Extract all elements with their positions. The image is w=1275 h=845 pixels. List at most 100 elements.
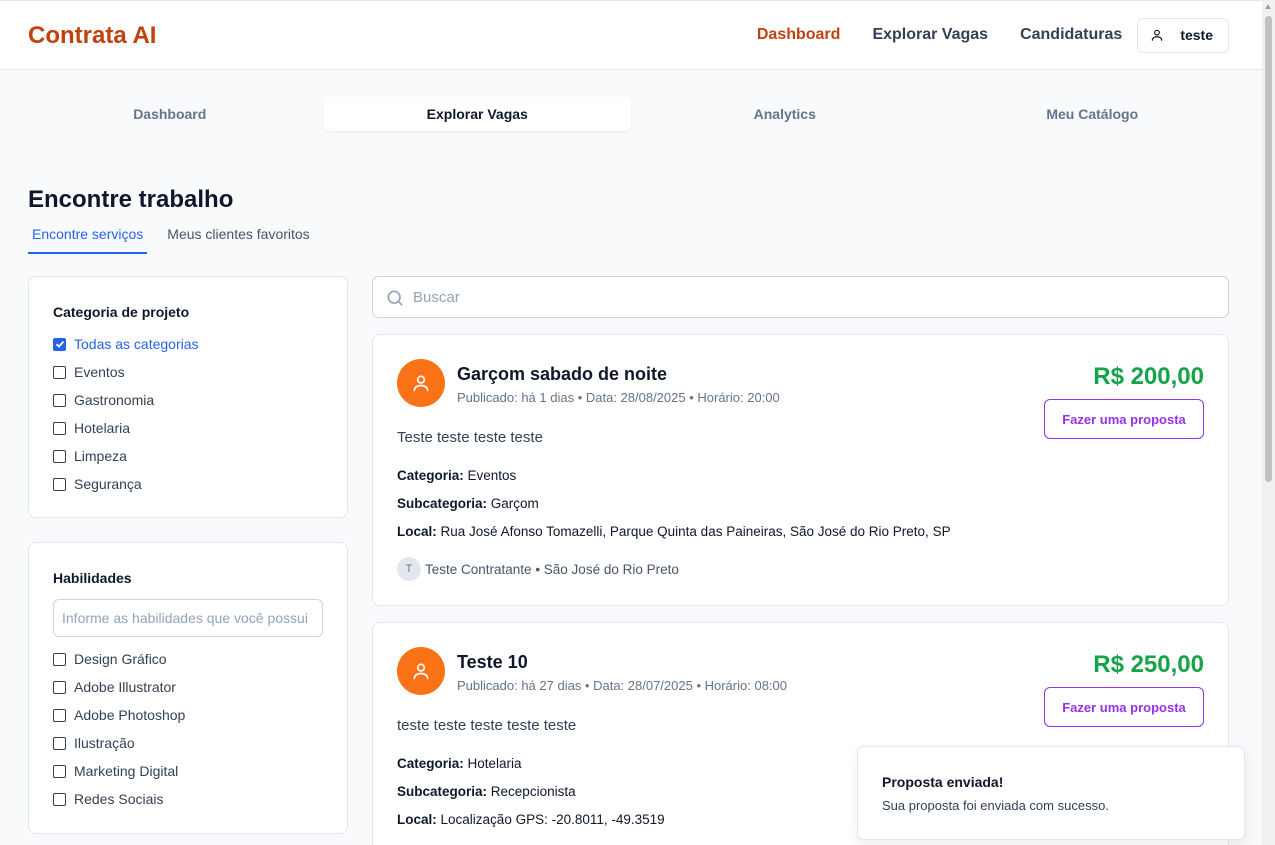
propose-button[interactable]: Fazer uma proposta	[1044, 399, 1204, 439]
page-title: Encontre trabalho	[28, 186, 234, 213]
tab-analytics[interactable]: Analytics	[631, 97, 939, 131]
user-icon	[413, 375, 429, 392]
job-category: Categoria: Eventos	[397, 468, 516, 483]
user-name: teste	[1180, 27, 1213, 43]
checkbox[interactable]	[53, 680, 66, 694]
category-label: Limpeza	[74, 448, 127, 464]
category-list: Todas as categorias Eventos Gastronomia …	[53, 330, 199, 498]
checkbox[interactable]	[53, 736, 66, 750]
poster-avatar: T	[397, 557, 421, 581]
skill-option[interactable]: Adobe Photoshop	[53, 701, 185, 729]
category-option[interactable]: Limpeza	[53, 442, 199, 470]
checkbox[interactable]	[53, 421, 66, 435]
skill-option[interactable]: Ilustração	[53, 729, 185, 757]
job-meta: Publicado: há 27 dias • Data: 28/07/2025…	[457, 678, 787, 693]
subcategory-label: Subcategoria:	[397, 496, 488, 511]
sub-tabs: Encontre serviços Meus clientes favorito…	[28, 224, 330, 254]
category-option[interactable]: Gastronomia	[53, 386, 199, 414]
checkbox[interactable]	[53, 393, 66, 407]
checkbox-checked[interactable]	[53, 337, 66, 351]
subcategory-value: Garçom	[490, 496, 539, 511]
skills-filter-title: Habilidades	[53, 570, 132, 586]
skill-option[interactable]: Design Gráfico	[53, 645, 185, 673]
skills-input[interactable]	[53, 599, 323, 637]
tab-explorar-vagas[interactable]: Explorar Vagas	[323, 97, 631, 131]
category-option[interactable]: Segurança	[53, 470, 199, 498]
category-label: Todas as categorias	[74, 336, 199, 352]
brand-logo[interactable]: Contrata AI	[28, 22, 156, 50]
checkbox[interactable]	[53, 764, 66, 778]
job-avatar	[397, 647, 445, 695]
toast-title: Proposta enviada!	[882, 774, 1004, 790]
skill-option[interactable]: Adobe Illustrator	[53, 673, 185, 701]
skill-label: Adobe Illustrator	[74, 679, 176, 695]
search-input[interactable]	[413, 278, 1213, 316]
nav-explorar-vagas[interactable]: Explorar Vagas	[872, 26, 988, 44]
job-poster[interactable]: T Teste Contratante • São José do Rio Pr…	[397, 557, 679, 581]
subcategory-value: Recepcionista	[490, 784, 576, 799]
location-value: Rua José Afonso Tomazelli, Parque Quinta…	[440, 524, 951, 539]
skill-label: Adobe Photoshop	[74, 707, 186, 723]
toast-notification[interactable]: Proposta enviada! Sua proposta foi envia…	[857, 746, 1245, 840]
job-avatar	[397, 359, 445, 407]
category-filter-title: Categoria de projeto	[53, 304, 190, 320]
skill-label: Ilustração	[74, 735, 135, 751]
scroll-up-arrow-icon[interactable]	[1265, 4, 1271, 9]
job-title[interactable]: Garçom sabado de noite	[457, 364, 667, 385]
subtab-encontre-servicos[interactable]: Encontre serviços	[28, 224, 148, 254]
job-card[interactable]: Garçom sabado de noite Publicado: há 1 d…	[372, 334, 1229, 606]
checkbox[interactable]	[53, 652, 66, 666]
skill-option[interactable]: Marketing Digital	[53, 757, 185, 785]
location-value: Localização GPS: -20.8011, -49.3519	[440, 812, 665, 827]
checkbox[interactable]	[53, 477, 66, 491]
subtab-clientes-favoritos[interactable]: Meus clientes favoritos	[163, 224, 313, 254]
checkbox[interactable]	[53, 449, 66, 463]
job-description: Teste teste teste teste	[397, 429, 543, 446]
propose-button[interactable]: Fazer uma proposta	[1044, 687, 1204, 727]
tab-meu-catalogo[interactable]: Meu Catálogo	[939, 97, 1247, 131]
tab-dashboard[interactable]: Dashboard	[16, 97, 324, 131]
user-icon	[413, 663, 429, 680]
skill-label: Design Gráfico	[74, 651, 167, 667]
location-label: Local:	[397, 812, 437, 827]
job-subcategory: Subcategoria: Garçom	[397, 496, 539, 511]
skill-label: Redes Sociais	[74, 791, 164, 807]
category-option[interactable]: Eventos	[53, 358, 199, 386]
category-value: Eventos	[467, 468, 517, 483]
search-bar	[372, 276, 1229, 318]
job-category: Categoria: Hotelaria	[397, 756, 522, 771]
user-icon	[1152, 29, 1163, 41]
category-option[interactable]: Todas as categorias	[53, 330, 199, 358]
user-menu-button[interactable]: teste	[1137, 17, 1229, 53]
job-description: teste teste teste teste teste	[397, 717, 577, 734]
category-value: Hotelaria	[467, 756, 522, 771]
top-nav: Dashboard Explorar Vagas Candidaturas te…	[757, 17, 1229, 53]
scrollbar-thumb[interactable]	[1265, 16, 1272, 482]
category-label: Hotelaria	[74, 420, 131, 436]
job-title[interactable]: Teste 10	[457, 652, 528, 673]
checkbox[interactable]	[53, 792, 66, 806]
job-location: Local: Localização GPS: -20.8011, -49.35…	[397, 812, 665, 827]
job-subcategory: Subcategoria: Recepcionista	[397, 784, 576, 799]
main-tabs: Dashboard Explorar Vagas Analytics Meu C…	[16, 97, 1246, 131]
skill-option[interactable]: Redes Sociais	[53, 785, 185, 813]
job-price: R$ 250,00	[1093, 651, 1204, 678]
toast-message: Sua proposta foi enviada com sucesso.	[882, 798, 1109, 813]
page-scrollbar[interactable]	[1262, 0, 1275, 845]
nav-candidaturas[interactable]: Candidaturas	[1020, 26, 1122, 44]
job-meta: Publicado: há 1 dias • Data: 28/08/2025 …	[457, 390, 780, 405]
category-label: Categoria:	[397, 468, 464, 483]
category-label: Segurança	[74, 476, 142, 492]
checkbox[interactable]	[53, 365, 66, 379]
nav-dashboard[interactable]: Dashboard	[757, 26, 841, 44]
category-label: Eventos	[74, 364, 125, 380]
checkbox[interactable]	[53, 708, 66, 722]
search-icon	[387, 290, 403, 306]
skill-label: Marketing Digital	[74, 763, 179, 779]
category-label: Categoria:	[397, 756, 464, 771]
subcategory-label: Subcategoria:	[397, 784, 488, 799]
top-header: Contrata AI Dashboard Explorar Vagas Can…	[0, 0, 1262, 70]
category-option[interactable]: Hotelaria	[53, 414, 199, 442]
job-price: R$ 200,00	[1093, 363, 1204, 390]
skills-filter-card: Habilidades Design Gráfico Adobe Illustr…	[28, 542, 348, 834]
